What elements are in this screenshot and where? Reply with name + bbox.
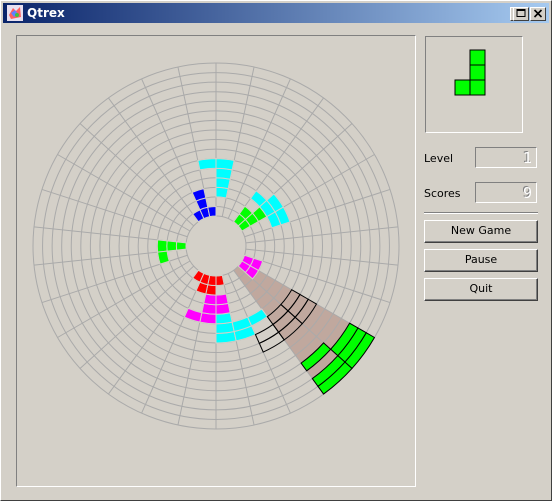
- level-display: 1: [475, 147, 537, 168]
- window-title: Qtrex: [27, 6, 65, 20]
- panel-divider: [424, 212, 538, 214]
- maximize-icon: [516, 9, 526, 17]
- next-piece-canvas: [454, 49, 486, 96]
- game-board[interactable]: [16, 35, 416, 487]
- next-piece-cell: [469, 79, 486, 96]
- main-window: Qtrex Level 1 Scores 9 New Game Pause Qu…: [0, 0, 552, 501]
- block-cell: [157, 250, 170, 265]
- block-cell: [166, 240, 178, 252]
- scores-display: 9: [475, 182, 537, 203]
- level-label: Level: [424, 152, 454, 165]
- grid-spoke: [108, 97, 199, 223]
- block-cell: [215, 186, 229, 199]
- next-piece-cell: [454, 79, 471, 96]
- landing-outline-cell: [254, 323, 280, 344]
- grid-spoke: [79, 265, 195, 369]
- grid-spoke: [108, 269, 199, 395]
- scores-label: Scores: [424, 187, 461, 200]
- new-game-button[interactable]: New Game: [424, 220, 538, 243]
- grid-spoke: [79, 123, 195, 227]
- grid-spoke: [141, 273, 205, 414]
- pause-button[interactable]: Pause: [424, 249, 538, 272]
- quit-button[interactable]: Quit: [424, 278, 538, 301]
- block-cell: [156, 239, 168, 253]
- grid-spoke: [57, 260, 191, 338]
- next-piece-cell: [469, 64, 486, 81]
- block-cell: [215, 274, 225, 287]
- circular-playfield: [32, 62, 400, 430]
- block-cell: [215, 158, 235, 171]
- block-cell: [197, 158, 217, 171]
- block-cell: [203, 293, 217, 306]
- title-bar[interactable]: Qtrex: [3, 3, 549, 23]
- level-value: 1: [522, 149, 532, 167]
- block-cell: [175, 241, 187, 251]
- close-button[interactable]: [530, 7, 546, 21]
- close-icon: [533, 9, 543, 18]
- next-piece-preview: [425, 36, 523, 133]
- block-cell: [215, 293, 229, 306]
- block-cell: [207, 205, 217, 218]
- scores-value: 9: [522, 184, 532, 202]
- next-piece-cell: [469, 49, 486, 66]
- grid-spoke: [57, 154, 191, 232]
- block-cell: [183, 307, 203, 323]
- qtrex-app-icon: [7, 5, 23, 21]
- maximize-button[interactable]: [513, 7, 529, 21]
- block-cell: [199, 312, 217, 325]
- block-cell: [215, 177, 231, 190]
